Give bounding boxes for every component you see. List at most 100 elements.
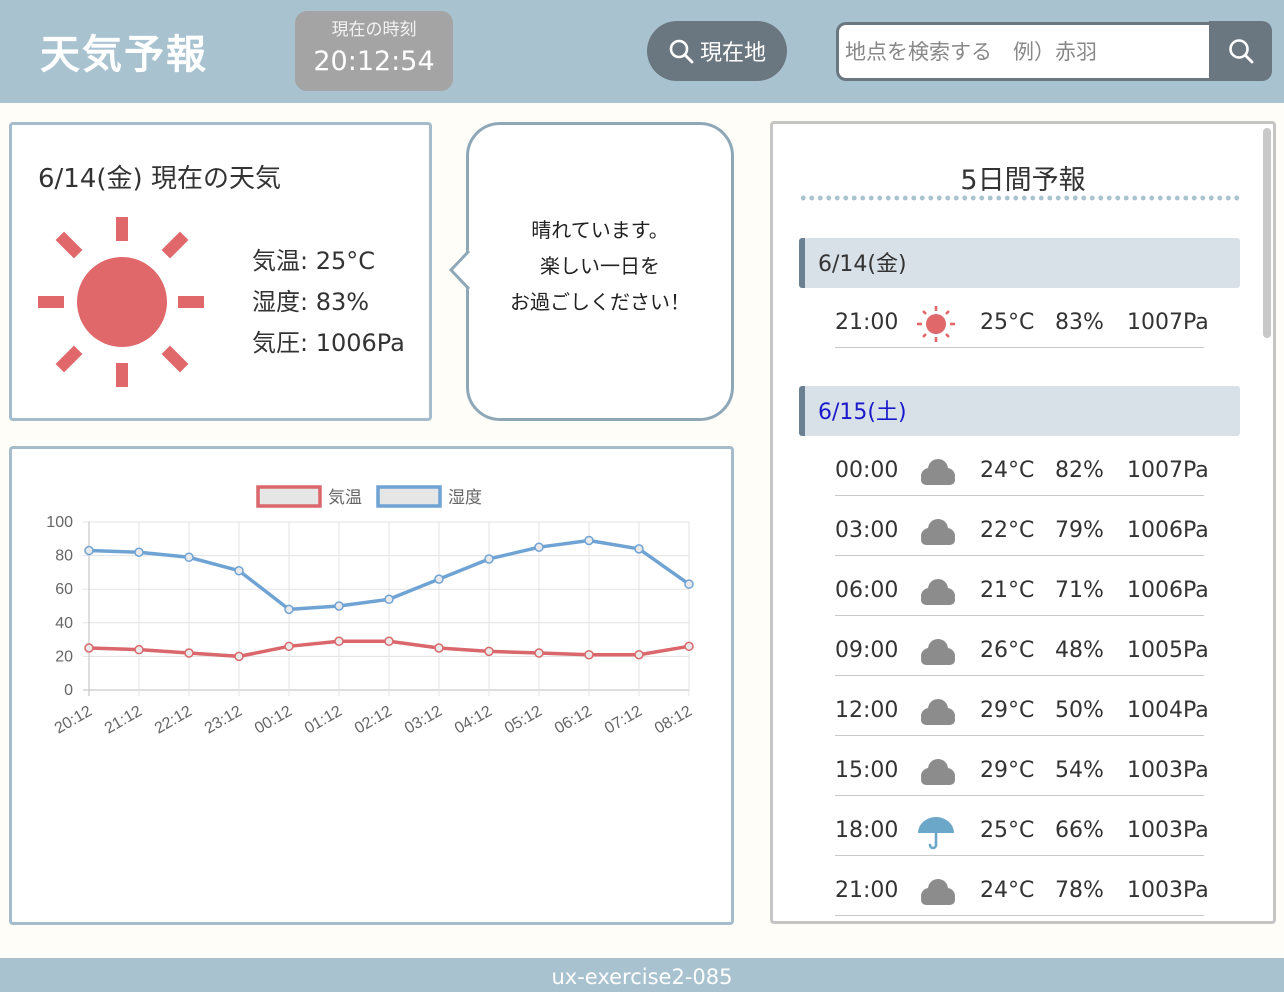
data-point: [184, 552, 194, 563]
data-point: [84, 643, 94, 653]
y-tick-label: 40: [55, 615, 73, 632]
forecast-pressure: 1005Pa: [1127, 638, 1209, 663]
forecast-humidity: 79%: [1055, 518, 1104, 543]
data-point: [334, 636, 344, 647]
y-tick-label: 20: [55, 648, 73, 665]
current-metrics: 気温: 25°C 湿度: 83% 気圧: 1006Pa: [252, 241, 405, 364]
forecast-pressure: 1003Pa: [1127, 758, 1209, 783]
data-point: [684, 641, 694, 652]
forecast-row: 09:00 26°C 48% 1005Pa: [835, 628, 1209, 678]
forecast-row: 21:00 24°C 78% 1003Pa: [835, 868, 1209, 916]
current-location-button[interactable]: 現在地: [647, 21, 787, 81]
x-tick-label: 03:12: [402, 703, 445, 738]
y-tick-label: 0: [64, 682, 73, 699]
footer-text: ux-exercise2-085: [551, 965, 733, 989]
x-tick-label: 04:12: [452, 703, 495, 738]
data-point: [234, 565, 244, 576]
data-point: [434, 574, 444, 584]
data-point: [534, 542, 544, 552]
message-line: 楽しい一日を: [540, 254, 660, 278]
search-button[interactable]: [1209, 21, 1272, 81]
forecast-pressure: 1003Pa: [1127, 818, 1209, 843]
current-temperature: 気温: 25°C: [252, 247, 376, 275]
forecast-row: 06:00 21°C 71% 1006Pa: [835, 568, 1209, 616]
forecast-temperature: 29°C: [980, 698, 1035, 723]
data-point: [184, 648, 194, 658]
forecast-day-header: 6/15(土): [799, 386, 1240, 436]
scrollbar[interactable]: [1263, 128, 1271, 338]
forecast-humidity: 66%: [1055, 818, 1104, 843]
x-tick-label: 23:12: [202, 703, 245, 738]
forecast-row: 18:00 25°C 66% 1003Pa: [835, 808, 1209, 858]
forecast-humidity: 48%: [1055, 638, 1104, 663]
forecast-pressure: 1003Pa: [1127, 878, 1209, 903]
location-search-input[interactable]: [836, 22, 1210, 81]
forecast-row: 03:00 22°C 79% 1006Pa: [835, 508, 1209, 556]
forecast-time: 06:00: [835, 578, 899, 603]
y-tick-label: 60: [55, 581, 73, 598]
forecast-pressure: 1006Pa: [1127, 578, 1209, 603]
umbrella-icon: [915, 812, 957, 858]
forecast-time: 00:00: [835, 458, 899, 483]
forecast-humidity: 54%: [1055, 758, 1104, 783]
forecast-time: 21:00: [835, 878, 899, 903]
forecast-time: 21:00: [835, 310, 899, 335]
dotted-divider: [799, 194, 1241, 202]
forecast-row: 00:00 24°C 82% 1007Pa: [835, 448, 1209, 496]
forecast-humidity: 78%: [1055, 878, 1104, 903]
data-point: [284, 604, 294, 615]
data-point: [134, 644, 144, 655]
x-tick-label: 20:12: [52, 703, 95, 738]
chart-card: 100 80 60 40 20 0 20:12 21:12 22:12 23:12 00:12 01:…: [9, 446, 734, 925]
forecast-row: 15:00 29°C 54% 1003Pa: [835, 748, 1209, 796]
data-point: [284, 641, 294, 652]
forecast-time: 18:00: [835, 818, 899, 843]
y-tick-label: 100: [46, 514, 73, 531]
forecast-humidity: 82%: [1055, 458, 1104, 483]
x-tick-label: 05:12: [502, 703, 545, 738]
forecast-pressure: 1004Pa: [1127, 698, 1209, 723]
y-tick-label: 80: [55, 548, 73, 565]
current-weather-card: 6/14(金) 現在の天気 気温: 25°C 湿度: 83% 気圧: 1006P…: [9, 122, 432, 421]
forecast-temperature: 22°C: [980, 518, 1035, 543]
data-point: [84, 545, 94, 556]
forecast-title: 5日間予報: [960, 165, 1086, 196]
data-point: [584, 649, 594, 660]
forecast-temperature: 24°C: [980, 878, 1035, 903]
search-icon: [1228, 39, 1253, 64]
legend-swatch: [376, 485, 442, 508]
data-point: [134, 547, 144, 557]
data-point: [334, 601, 344, 611]
legend-swatch: [256, 485, 322, 508]
forecast-pressure: 1007Pa: [1127, 310, 1209, 335]
forecast-temperature: 25°C: [980, 310, 1035, 335]
forecast-temperature: 24°C: [980, 458, 1035, 483]
x-tick-label: 21:12: [102, 703, 145, 738]
forecast-time: 09:00: [835, 638, 899, 663]
forecast-humidity: 83%: [1055, 310, 1104, 335]
clock-label: 現在の時刻: [331, 20, 417, 40]
current-time-display: 現在の時刻 20:12:54: [295, 11, 453, 91]
x-tick-label: 08:12: [652, 703, 695, 738]
forecast-time: 12:00: [835, 698, 899, 723]
cloud-icon: [915, 632, 957, 678]
data-point: [634, 544, 644, 554]
data-point: [484, 646, 494, 657]
x-tick-label: 02:12: [352, 703, 395, 738]
x-tick-label: 00:12: [252, 703, 295, 738]
forecast-pressure: 1007Pa: [1127, 458, 1209, 483]
forecast-temperature: 21°C: [980, 578, 1035, 603]
forecast-panel[interactable]: 5日間予報 6/14(金) 21:00 25°C 83% 1007Pa 6/15(土) 00…: [770, 121, 1276, 924]
forecast-row: 12:00 29°C 50% 1004Pa: [835, 688, 1209, 736]
weather-message: 晴れています。 楽しい一日を お過ごしください！: [469, 212, 731, 320]
data-point: [384, 636, 394, 647]
forecast-row: 21:00 25°C 83% 1007Pa: [835, 300, 1209, 350]
data-point: [234, 651, 244, 662]
data-point: [534, 648, 544, 658]
x-tick-label: 07:12: [602, 703, 645, 738]
x-tick-label: 06:12: [552, 703, 595, 738]
data-point: [434, 643, 444, 653]
legend-label: 湿度: [448, 488, 482, 508]
message-line: お過ごしください！: [510, 290, 690, 314]
sun-icon: [915, 304, 957, 350]
